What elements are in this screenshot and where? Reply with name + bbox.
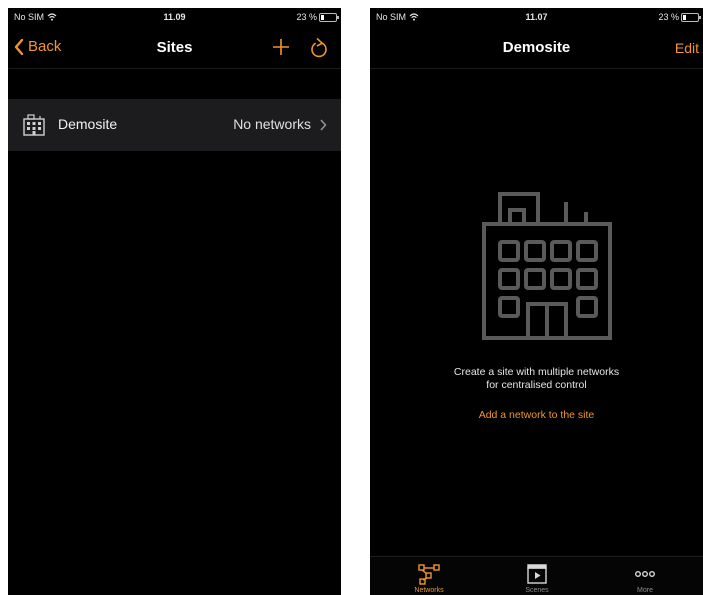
- sites-screen: No SIM 11.09 23 % Back Sites Demosite No…: [8, 8, 341, 595]
- scenes-icon: [482, 563, 592, 585]
- tab-label: Scenes: [525, 587, 549, 594]
- refresh-icon: [311, 37, 327, 58]
- building-icon: [474, 190, 620, 345]
- status-time: 11.07: [525, 12, 548, 22]
- site-row-demosite[interactable]: Demosite No networks: [8, 99, 341, 151]
- status-bar: No SIM 11.09 23 %: [8, 8, 341, 30]
- tab-bar: Networks Scenes More: [370, 556, 703, 595]
- refresh-button[interactable]: [309, 36, 329, 65]
- tab-networks[interactable]: Networks: [374, 557, 484, 595]
- building-icon: [22, 114, 46, 141]
- site-network-count: No networks: [233, 116, 311, 132]
- status-time: 11.09: [163, 12, 186, 22]
- battery-icon: [319, 13, 339, 22]
- tab-label: Networks: [414, 587, 444, 594]
- network-icon: [374, 563, 484, 585]
- tab-more[interactable]: More: [590, 557, 700, 595]
- status-bar: No SIM 11.07 23 %: [370, 8, 703, 30]
- site-detail-screen: No SIM 11.07 23 % Demosite Edit Create a…: [370, 8, 703, 595]
- edit-button[interactable]: Edit: [675, 40, 699, 56]
- battery-percent: 23 %: [296, 12, 317, 22]
- page-title: Demosite: [502, 39, 571, 56]
- navigation-bar: Demosite Edit: [370, 30, 703, 69]
- navigation-bar: Back Sites: [8, 30, 341, 69]
- page-title: Sites: [156, 39, 193, 56]
- site-name: Demosite: [58, 116, 118, 132]
- tab-label: More: [637, 587, 653, 594]
- chevron-right-icon: [319, 118, 327, 136]
- battery-icon: [681, 13, 701, 22]
- tab-scenes[interactable]: Scenes: [482, 557, 592, 595]
- add-network-link[interactable]: Add a network to the site: [370, 409, 703, 421]
- more-icon: [590, 563, 700, 585]
- add-site-button[interactable]: [271, 36, 291, 63]
- plus-icon: [273, 39, 289, 55]
- empty-state-message: Create a site with multiple networks for…: [453, 366, 620, 391]
- battery-percent: 23 %: [658, 12, 679, 22]
